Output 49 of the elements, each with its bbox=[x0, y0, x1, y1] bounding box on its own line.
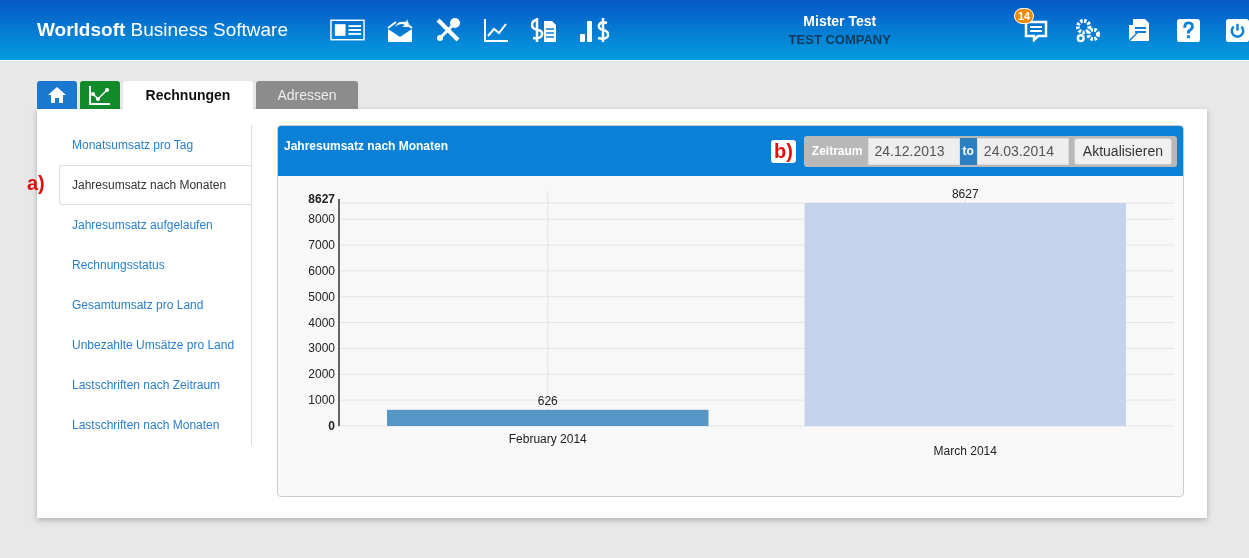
y-tick-label: 8000 bbox=[308, 212, 335, 227]
annotation-label: a) bbox=[27, 172, 45, 195]
tab[interactable]: Rechnungen bbox=[123, 81, 253, 109]
help-icon[interactable] bbox=[1177, 18, 1200, 42]
sidebar-item[interactable]: Jahresumsatz aufgelaufen bbox=[37, 205, 251, 245]
y-tick-label: 0 bbox=[328, 419, 335, 433]
y-tick-label: 5000 bbox=[308, 289, 335, 304]
bar-dollar-icon[interactable] bbox=[578, 17, 611, 43]
sidebar-item[interactable]: Lastschriften nach Monaten bbox=[37, 405, 251, 445]
message-count-badge: 14 bbox=[1014, 8, 1035, 24]
y-tick-label: 8627 bbox=[308, 192, 335, 206]
x-tick-label: March 2014 bbox=[933, 444, 997, 458]
company-name: TEST COMPANY bbox=[787, 32, 892, 47]
y-tick-label: 1000 bbox=[308, 393, 335, 408]
envelope-icon[interactable] bbox=[386, 17, 413, 43]
chat-icon[interactable] bbox=[1024, 18, 1048, 42]
to-date-field[interactable]: 24.03.2014 bbox=[976, 137, 1069, 165]
data-label: 626 bbox=[537, 393, 558, 408]
settings-icon[interactable] bbox=[1074, 17, 1101, 43]
chart-tab[interactable] bbox=[80, 81, 120, 109]
update-button[interactable]: Aktualisieren bbox=[1073, 137, 1172, 165]
sidebar-item[interactable]: Lastschriften nach Zeitraum bbox=[37, 365, 251, 405]
sidebar-item[interactable]: Jahresumsatz nach Monaten bbox=[59, 165, 251, 205]
y-tick-label: 3000 bbox=[308, 341, 335, 356]
user-name: Mister Test bbox=[802, 13, 878, 29]
range-label: Zeitraum bbox=[811, 144, 863, 158]
brand-title: Worldsoft Business Software bbox=[37, 19, 289, 41]
annotation-label: b) bbox=[770, 139, 796, 163]
sidebar-item[interactable]: Rechnungsstatus bbox=[37, 245, 251, 285]
sidebar-item[interactable]: Unbezahlte Umsätze pro Land bbox=[37, 325, 251, 365]
data-label: 8627 bbox=[951, 187, 979, 201]
y-tick-label: 7000 bbox=[308, 238, 335, 253]
y-tick-label: 2000 bbox=[308, 367, 335, 382]
tools-icon[interactable] bbox=[434, 17, 461, 43]
home-icon bbox=[47, 86, 67, 104]
line-chart-icon[interactable] bbox=[482, 17, 509, 43]
contact-card-icon[interactable] bbox=[329, 19, 365, 41]
from-date-field[interactable]: 24.12.2013 bbox=[867, 137, 960, 165]
sidebar-item[interactable]: Gesamtumsatz pro Land bbox=[37, 285, 251, 325]
y-tick-label: 4000 bbox=[308, 315, 335, 330]
tab[interactable]: Adressen bbox=[256, 81, 358, 109]
home-tab[interactable] bbox=[37, 81, 77, 109]
dollar-document-icon[interactable] bbox=[530, 17, 557, 43]
sidebar-item[interactable]: Monatsumsatz pro Tag bbox=[37, 125, 251, 165]
power-icon[interactable] bbox=[1226, 18, 1249, 42]
y-tick-label: 6000 bbox=[308, 263, 335, 278]
x-tick-label: February 2014 bbox=[508, 432, 587, 446]
panel-title: Jahresumsatz nach Monaten bbox=[284, 139, 450, 153]
line-chart-icon bbox=[89, 85, 111, 105]
